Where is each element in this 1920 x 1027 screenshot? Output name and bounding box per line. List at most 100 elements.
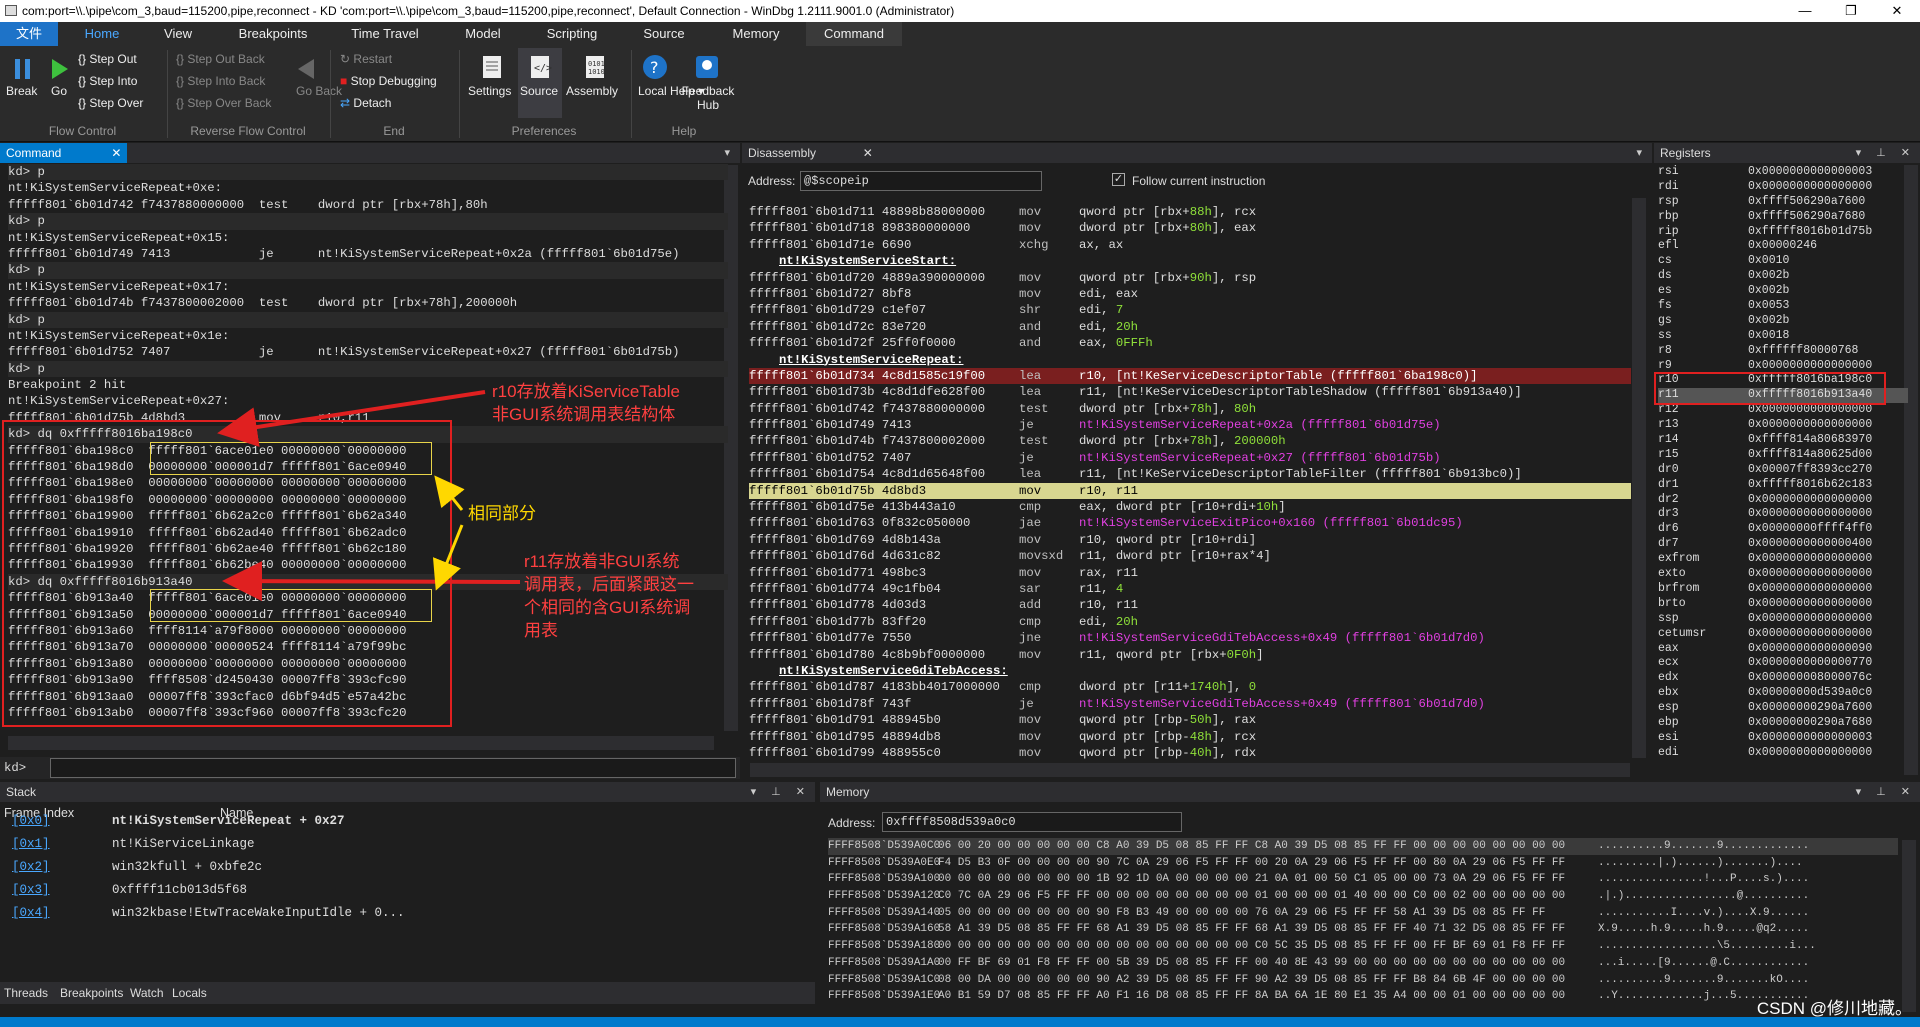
tab-breakpoints-window[interactable]: Breakpoints	[60, 982, 123, 1004]
register-row[interactable]: rsi 0x0000000000000003	[1658, 165, 1908, 180]
stack-tab[interactable]: Stack	[0, 782, 42, 802]
register-row[interactable]: dr7 0x0000000000000400	[1658, 537, 1908, 552]
register-row[interactable]: exto 0x0000000000000000	[1658, 567, 1908, 582]
register-row[interactable]: dr3 0x0000000000000000	[1658, 507, 1908, 522]
disasm-operands[interactable]: nt!KiSystemServiceRepeat+0x27 (fffff801`…	[1079, 450, 1441, 466]
command-horizontal-scrollbar[interactable]	[8, 736, 714, 750]
settings-button[interactable]: Settings	[468, 84, 511, 98]
register-row[interactable]: ecx 0x0000000000000770	[1658, 656, 1908, 671]
tab-home[interactable]: Home	[68, 22, 136, 46]
register-row[interactable]: r15 0xffff814a80625d00	[1658, 448, 1908, 463]
step-into-button[interactable]: {} Step Into	[78, 74, 137, 88]
source-button[interactable]: Source	[520, 84, 558, 98]
register-row[interactable]: rdi 0x0000000000000000	[1658, 180, 1908, 195]
restart-button[interactable]: ↻ Restart	[340, 52, 392, 66]
register-row[interactable]: cs 0x0010	[1658, 254, 1908, 269]
register-row[interactable]: dr0 0x00007ff8393cc270	[1658, 463, 1908, 478]
command-input[interactable]	[50, 758, 736, 778]
register-row[interactable]: rip 0xfffff8016b01d75b	[1658, 225, 1908, 240]
tab-threads[interactable]: Threads	[4, 982, 48, 1004]
tab-view[interactable]: View	[148, 22, 208, 46]
tab-time-travel[interactable]: Time Travel	[340, 22, 430, 46]
tab-locals[interactable]: Locals	[172, 982, 207, 1004]
registers-tab[interactable]: Registers	[1654, 143, 1717, 163]
register-row[interactable]: esp 0x00000000290a7600	[1658, 701, 1908, 716]
go-button[interactable]: Go	[51, 84, 67, 98]
register-row[interactable]: r14 0xffff814a80683970	[1658, 433, 1908, 448]
register-row[interactable]: dr6 0x00000000ffff4ff0	[1658, 522, 1908, 537]
stack-frame-row[interactable]: [0x2] win32kfull + 0xbfe2c	[0, 856, 815, 879]
feedback-hub-button[interactable]: Feedback Hub	[680, 84, 736, 112]
step-over-button[interactable]: {} Step Over	[78, 96, 143, 110]
disasm-horizontal-scrollbar[interactable]	[750, 763, 1630, 777]
tab-scripting[interactable]: Scripting	[536, 22, 608, 46]
tab-watch[interactable]: Watch	[130, 982, 164, 1004]
tab-source[interactable]: Source	[628, 22, 700, 46]
assembly-button[interactable]: Assembly	[566, 84, 618, 98]
tab-file[interactable]: 文件	[0, 22, 58, 46]
register-row[interactable]: efl 0x00000246	[1658, 239, 1908, 254]
stack-frame-index[interactable]: [0x4]	[12, 902, 50, 925]
stack-frame-row[interactable]: [0x0] nt!KiSystemServiceRepeat + 0x27	[0, 810, 815, 833]
register-row[interactable]: ebp 0x00000000290a7680	[1658, 716, 1908, 731]
stack-frame-index[interactable]: [0x3]	[12, 879, 50, 902]
register-row[interactable]: edx 0x000000008000076c	[1658, 671, 1908, 686]
panel-controls-icon[interactable]: ▾ ⊥ ✕	[1856, 782, 1916, 802]
disasm-operands[interactable]: nt!KiSystemServiceGdiTebAccess+0x49 (fff…	[1079, 696, 1485, 712]
tab-memory[interactable]: Memory	[720, 22, 792, 46]
stack-frame-index[interactable]: [0x0]	[12, 810, 50, 833]
memory-address-input[interactable]: 0xffff8508d539a0c0	[882, 812, 1182, 832]
register-row[interactable]: rbp 0xffff506290a7680	[1658, 210, 1908, 225]
register-row[interactable]: ss 0x0018	[1658, 329, 1908, 344]
register-row[interactable]: esi 0x0000000000000003	[1658, 731, 1908, 746]
stack-frame-row[interactable]: [0x1] nt!KiServiceLinkage	[0, 833, 815, 856]
tab-model[interactable]: Model	[453, 22, 513, 46]
close-window-button[interactable]: ✕	[1874, 0, 1920, 22]
follow-checkbox[interactable]: ✓	[1112, 173, 1125, 186]
disasm-operands[interactable]: nt!KiSystemServiceRepeat+0x2a (fffff801`…	[1079, 417, 1441, 433]
disasm-operands[interactable]: nt!KiSystemServiceGdiTebAccess+0x49 (fff…	[1079, 630, 1485, 646]
register-row[interactable]: brfrom 0x0000000000000000	[1658, 582, 1908, 597]
panel-controls-icon[interactable]: ▾ ⊥ ✕	[751, 782, 811, 802]
register-row[interactable]: gs 0x002b	[1658, 314, 1908, 329]
register-row[interactable]: edi 0x0000000000000000	[1658, 746, 1908, 761]
stack-frame-index[interactable]: [0x1]	[12, 833, 50, 856]
register-row[interactable]: dr2 0x0000000000000000	[1658, 493, 1908, 508]
detach-button[interactable]: ⇄ Detach	[340, 96, 391, 110]
register-row[interactable]: eax 0x0000000000000090	[1658, 642, 1908, 657]
disasm-address-input[interactable]: @$scopeip	[800, 171, 1042, 191]
register-row[interactable]: es 0x002b	[1658, 284, 1908, 299]
stack-frame-row[interactable]: [0x4] win32kbase!EtwTraceWakeInputIdle + …	[0, 902, 815, 925]
panel-menu-icon[interactable]: ▾	[724, 143, 736, 163]
register-row[interactable]: exfrom 0x0000000000000000	[1658, 552, 1908, 567]
register-row[interactable]: cetumsr 0x0000000000000000	[1658, 627, 1908, 642]
register-row[interactable]: ebx 0x00000000d539a0c0	[1658, 686, 1908, 701]
close-tab-icon[interactable]: ✕	[111, 146, 121, 160]
register-row[interactable]: r8 0xffffff80000768	[1658, 344, 1908, 359]
register-row[interactable]: ssp 0x0000000000000000	[1658, 612, 1908, 627]
step-out-button[interactable]: {} Step Out	[78, 52, 137, 66]
panel-controls-icon[interactable]: ▾ ⊥ ✕	[1856, 143, 1916, 163]
stop-debugging-button[interactable]: ■ Stop Debugging	[340, 74, 437, 88]
disassembly-tab[interactable]: Disassembly ✕	[742, 143, 879, 163]
register-row[interactable]: r12 0x0000000000000000	[1658, 403, 1908, 418]
minimize-button[interactable]: —	[1782, 0, 1828, 22]
register-row[interactable]: fs 0x0053	[1658, 299, 1908, 314]
register-row[interactable]: rsp 0xffff506290a7600	[1658, 195, 1908, 210]
step-into-back-button[interactable]: {} Step Into Back	[176, 74, 265, 88]
maximize-button[interactable]: ❐	[1828, 0, 1874, 22]
disasm-vertical-scrollbar[interactable]	[1632, 198, 1646, 758]
command-tab[interactable]: Command ✕	[0, 143, 128, 163]
register-row[interactable]: brto 0x0000000000000000	[1658, 597, 1908, 612]
register-row[interactable]: dr1 0xfffff8016b62c183	[1658, 478, 1908, 493]
stack-frame-index[interactable]: [0x2]	[12, 856, 50, 879]
step-over-back-button[interactable]: {} Step Over Back	[176, 96, 271, 110]
stack-frame-row[interactable]: [0x3] 0xffff11cb013d5f68	[0, 879, 815, 902]
disasm-operands[interactable]: nt!KiSystemServiceExitPico+0x160 (fffff8…	[1079, 515, 1463, 531]
register-row[interactable]: r13 0x0000000000000000	[1658, 418, 1908, 433]
panel-menu-icon[interactable]: ▾	[1636, 143, 1648, 163]
register-row[interactable]: ds 0x002b	[1658, 269, 1908, 284]
tab-command[interactable]: Command	[806, 22, 902, 46]
memory-vertical-scrollbar[interactable]	[1902, 840, 1916, 1012]
step-out-back-button[interactable]: {} Step Out Back	[176, 52, 265, 66]
